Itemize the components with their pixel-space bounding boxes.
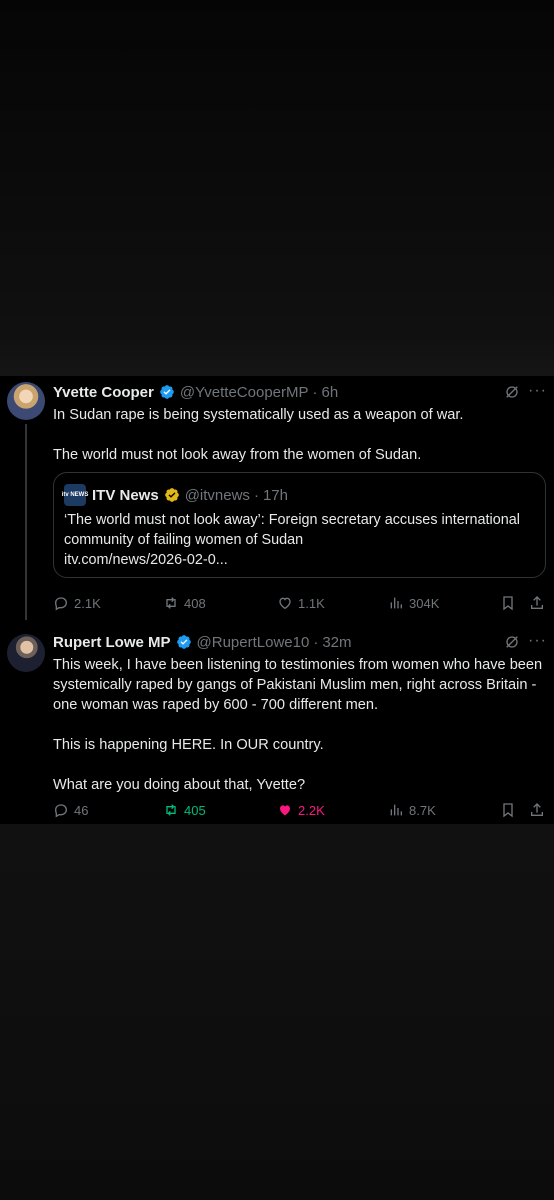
views-icon bbox=[390, 804, 402, 816]
views-count: 304K bbox=[409, 595, 440, 611]
views-button[interactable]: 304K bbox=[388, 593, 439, 613]
reply-button[interactable]: 2.1K bbox=[53, 593, 101, 613]
quoted-tweet-card[interactable]: itv NEWS ITV News @itvnews · 17h ‘The wo… bbox=[53, 472, 546, 578]
quote-timestamp[interactable]: 17h bbox=[263, 487, 288, 504]
author-handle[interactable]: @RupertLowe10 bbox=[197, 634, 310, 651]
verified-badge-icon[interactable] bbox=[159, 384, 175, 400]
reply-icon bbox=[54, 804, 68, 818]
avatar-yvette-cooper[interactable] bbox=[7, 382, 45, 420]
reply-count: 2.1K bbox=[74, 595, 101, 611]
quote-header: itv NEWS ITV News @itvnews · 17h bbox=[62, 484, 288, 506]
itv-news-logo: itv NEWS bbox=[62, 484, 88, 506]
share-icon[interactable] bbox=[529, 595, 545, 611]
like-icon bbox=[280, 805, 290, 816]
views-count: 8.7K bbox=[409, 802, 436, 818]
tweet-actions: 2.1K 408 1.1K 304K bbox=[53, 593, 548, 613]
tweet-timestamp[interactable]: 6h bbox=[322, 384, 339, 401]
separator-dot: · bbox=[313, 633, 319, 651]
more-icon[interactable]: ··· bbox=[528, 382, 547, 400]
author-name[interactable]: Yvette Cooper bbox=[53, 384, 154, 401]
separator-dot: · bbox=[253, 486, 259, 504]
like-count: 1.1K bbox=[298, 595, 325, 611]
like-button[interactable]: 1.1K bbox=[277, 593, 325, 613]
tweet-timestamp[interactable]: 32m bbox=[322, 634, 351, 651]
repost-count: 408 bbox=[184, 595, 206, 611]
thread-connector-line bbox=[25, 424, 27, 620]
quote-author-name[interactable]: ITV News bbox=[92, 487, 159, 504]
like-button[interactable]: 2.2K bbox=[277, 800, 325, 820]
tweet-text: In Sudan rape is being systematically us… bbox=[53, 407, 464, 463]
verified-badge-icon[interactable] bbox=[164, 487, 180, 503]
quote-author-handle[interactable]: @itvnews bbox=[185, 487, 250, 504]
reply-button[interactable]: 46 bbox=[53, 800, 88, 820]
quote-text: ‘The world must not look away’: Foreign … bbox=[64, 512, 520, 568]
reply-count: 46 bbox=[74, 802, 89, 818]
tweet-actions: 46 405 2.2K 8.7K bbox=[53, 800, 548, 820]
author-handle[interactable]: @YvetteCooperMP bbox=[180, 384, 309, 401]
repost-button[interactable]: 405 bbox=[163, 800, 206, 820]
tweet-header: Rupert Lowe MP @RupertLowe10 · 32m bbox=[53, 632, 352, 652]
more-icon[interactable]: ··· bbox=[528, 632, 547, 650]
avatar-rupert-lowe[interactable] bbox=[7, 634, 45, 672]
tweet-header: Yvette Cooper @YvetteCooperMP · 6h bbox=[53, 382, 338, 402]
share-icon[interactable] bbox=[529, 802, 545, 818]
separator-dot: · bbox=[312, 383, 318, 401]
tweet-thread-panel: Yvette Cooper @YvetteCooperMP · 6h ··· I… bbox=[0, 376, 554, 824]
verified-badge-icon[interactable] bbox=[176, 634, 192, 650]
like-count: 2.2K bbox=[298, 802, 325, 818]
repost-count: 405 bbox=[184, 802, 206, 818]
bookmark-icon[interactable] bbox=[500, 595, 516, 611]
tweet-text: This week, I have been listening to test… bbox=[53, 657, 543, 793]
repost-icon bbox=[166, 597, 176, 609]
views-button[interactable]: 8.7K bbox=[388, 800, 436, 820]
grok-icon[interactable] bbox=[504, 384, 520, 400]
repost-button[interactable]: 408 bbox=[163, 593, 206, 613]
views-icon bbox=[390, 597, 402, 609]
like-icon bbox=[279, 597, 291, 610]
author-name[interactable]: Rupert Lowe MP bbox=[53, 634, 171, 651]
reply-icon bbox=[54, 597, 68, 611]
grok-icon[interactable] bbox=[504, 634, 520, 650]
repost-icon bbox=[166, 804, 176, 816]
bookmark-icon[interactable] bbox=[500, 802, 516, 818]
